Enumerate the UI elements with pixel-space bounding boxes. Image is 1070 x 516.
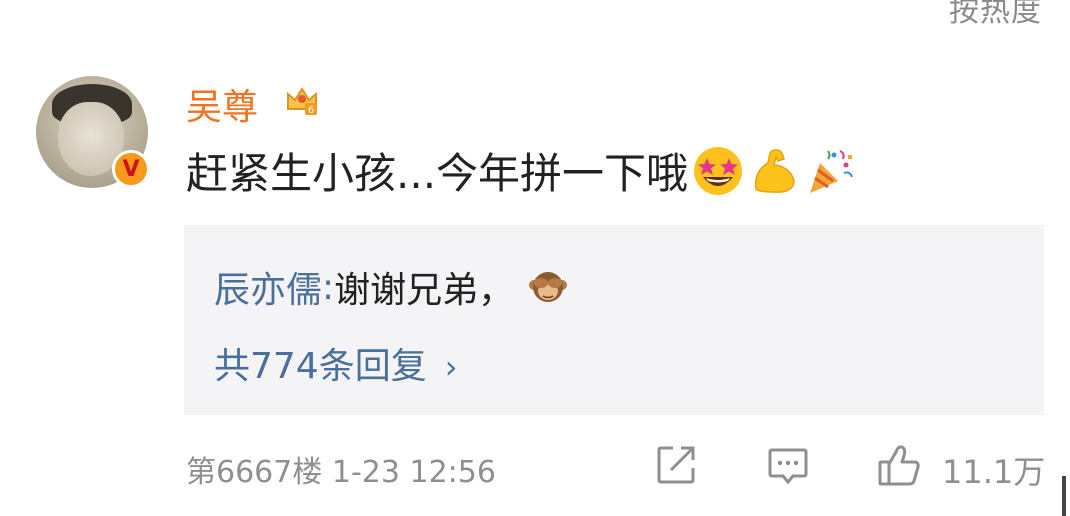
reply-count-label: 共774条回复 [214,346,427,387]
sort-by-hot-label[interactable]: 按热度 [949,0,1042,30]
see-no-evil-monkey-icon [529,272,568,302]
star-struck-emoji-icon [694,146,743,195]
member-crown-icon: 6 [287,87,317,116]
comment-username[interactable]: 吴尊 [186,78,258,130]
floor-and-timestamp: 第6667楼 1-23 12:56 [186,455,496,490]
reply-text: 谢谢兄弟， [334,270,515,311]
party-popper-icon [810,149,854,193]
reply-preview-box[interactable]: 辰亦儒: 谢谢兄弟， 共774条回复 › [184,225,1044,415]
chevron-right-icon: › [444,348,458,386]
reply-preview-line: 辰亦儒: 谢谢兄弟， [214,261,568,313]
thumbs-up-icon[interactable] [876,442,922,488]
like-count: 11.1万 [942,453,1046,491]
verified-badge-icon: V [112,150,150,188]
flexed-biceps-icon [754,148,795,193]
reply-colon: : [322,266,335,308]
view-all-replies-link[interactable]: 共774条回复 › [214,337,458,389]
share-icon[interactable] [655,444,697,486]
comment-text-row: 赶紧生小孩...今年拼一下哦 [186,140,856,201]
reply-username[interactable]: 辰亦儒 [214,261,322,313]
scrollbar-indicator [1062,476,1066,516]
comment-icon[interactable] [767,444,809,486]
level-badge: 6 [308,105,314,116]
comment-text: 赶紧生小孩...今年拼一下哦 [186,149,689,198]
